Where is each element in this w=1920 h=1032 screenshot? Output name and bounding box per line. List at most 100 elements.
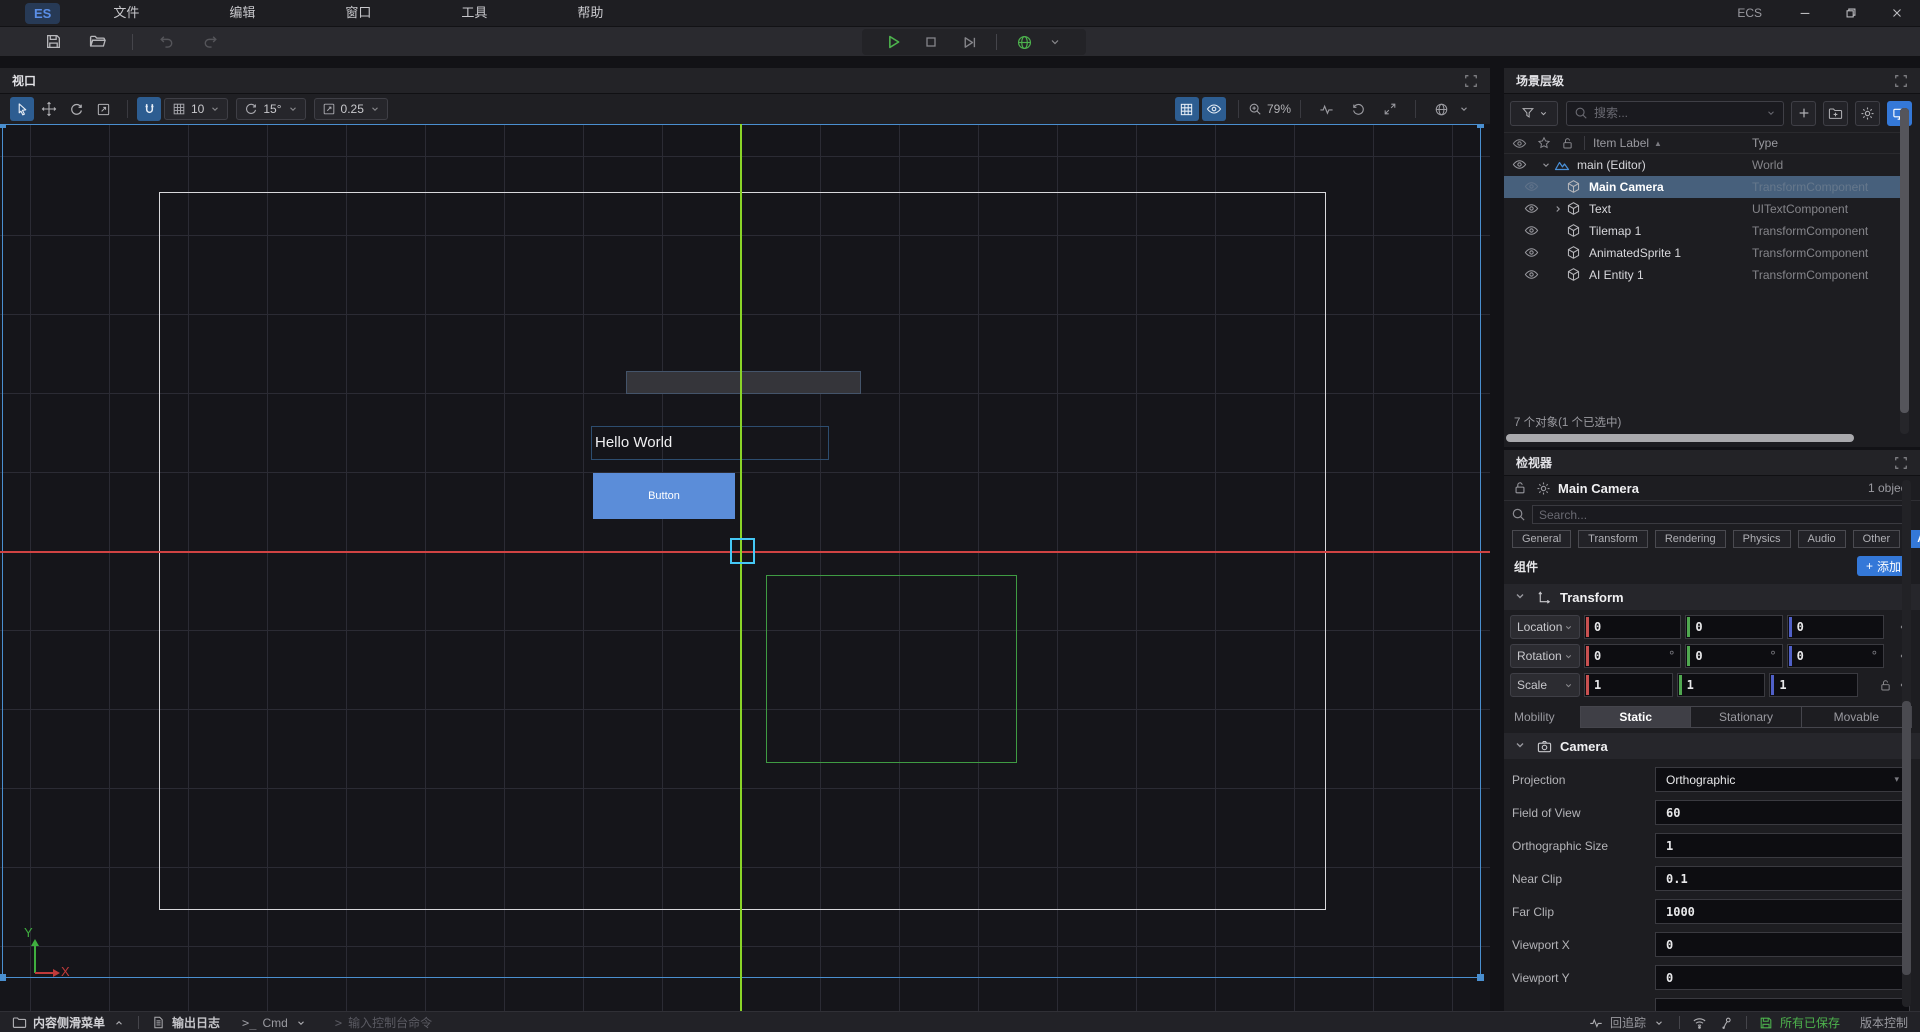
location-x-field[interactable]: 0 [1584,615,1681,639]
eye-icon[interactable] [1524,201,1540,217]
mobility-static-option[interactable]: Static [1581,707,1691,727]
eye-icon[interactable] [1512,157,1528,173]
run-target-chevron-icon[interactable] [1045,32,1065,52]
menu-tools[interactable]: 工具 [416,0,532,26]
tree-row-animatedsprite[interactable]: AnimatedSprite 1 TransformComponent [1504,242,1900,264]
version-control-button[interactable]: 版本控制 [1860,1014,1908,1031]
inspector-search-box[interactable] [1532,505,1910,524]
scale-x-field[interactable]: 1 [1584,673,1673,697]
tree-row-tilemap[interactable]: Tilemap 1 TransformComponent [1504,220,1900,242]
viewport-x-input[interactable]: 0 [1655,932,1910,957]
location-y-field[interactable]: 0 [1685,615,1782,639]
mobility-movable-option[interactable]: Movable [1802,707,1911,727]
menu-edit[interactable]: 编辑 [184,0,300,26]
camera-selection-gizmo[interactable] [730,538,755,564]
chevron-right-icon[interactable] [1550,201,1566,217]
chevron-down-icon[interactable] [1766,108,1776,118]
app-logo[interactable]: ES [25,3,60,24]
menu-file[interactable]: 文件 [68,0,184,26]
tree-row-text[interactable]: Text UITextComponent [1504,198,1900,220]
scale-snap-dropdown[interactable]: 0.25 [314,98,388,120]
filter-button[interactable] [1510,101,1558,126]
visibility-toggle-button[interactable] [1202,97,1226,121]
viewport-expand-icon[interactable] [1464,74,1478,88]
redo-icon[interactable] [199,31,221,53]
minimize-button[interactable] [1782,0,1828,27]
scale-tool-button[interactable] [91,97,115,121]
select-tool-button[interactable] [10,97,34,121]
tilemap-bounds-rect[interactable] [766,575,1017,763]
text-element[interactable]: Hello World [591,426,829,460]
tab-rendering[interactable]: Rendering [1655,530,1726,548]
add-entity-button[interactable] [1791,101,1816,126]
camera-bounds-handle[interactable] [1477,124,1484,128]
eye-icon[interactable] [1524,267,1540,283]
unlock-icon[interactable] [1512,480,1528,496]
tree-row-ai-entity[interactable]: AI Entity 1 TransformComponent [1504,264,1900,286]
maximize-button[interactable] [1828,0,1874,27]
audio-jack-icon[interactable] [1719,1015,1734,1030]
hierarchy-expand-icon[interactable] [1894,74,1908,88]
rotate-tool-button[interactable] [64,97,88,121]
eye-icon[interactable] [1524,179,1540,195]
backtrace-control[interactable]: 回追踪 [1589,1014,1667,1031]
tab-audio[interactable]: Audio [1798,530,1846,548]
rotation-dropdown[interactable]: Rotation [1510,644,1580,668]
hierarchy-search[interactable] [1566,101,1784,126]
output-log-button[interactable]: 输出日志 [151,1014,220,1031]
scale-dropdown[interactable]: Scale [1510,673,1580,697]
inspector-search-input[interactable] [1533,508,1909,522]
orthographic-size-input[interactable]: 1 [1655,833,1910,858]
tab-transform[interactable]: Transform [1578,530,1648,548]
undo-icon[interactable] [155,31,177,53]
far-clip-input[interactable]: 1000 [1655,899,1910,924]
scene-canvas[interactable]: Hello World Button Y X [0,124,1490,1011]
play-button[interactable] [883,32,903,52]
camera-bounds-handle[interactable] [0,124,6,128]
mobility-stationary-option[interactable]: Stationary [1691,707,1801,727]
close-button[interactable] [1874,0,1920,27]
grid-toggle-button[interactable] [1175,97,1199,121]
console-command-input[interactable]: > 输入控制台命令 [335,1014,432,1031]
stats-icon[interactable] [1315,98,1337,120]
location-dropdown[interactable]: Location [1510,615,1580,639]
tab-physics[interactable]: Physics [1733,530,1791,548]
chevron-down-icon[interactable] [1538,157,1554,173]
menu-help[interactable]: 帮助 [532,0,648,26]
ui-panel-element[interactable] [626,371,861,394]
viewport-globe-icon[interactable] [1430,98,1452,120]
scale-z-field[interactable]: 1 [1769,673,1858,697]
network-icon[interactable] [1692,1015,1707,1030]
chevron-down-icon[interactable] [1453,98,1475,120]
snap-tool-button[interactable] [137,97,161,121]
tab-general[interactable]: General [1512,530,1571,548]
save-status[interactable]: 所有已保存 [1759,1014,1840,1031]
rotation-z-field[interactable]: 0° [1787,644,1884,668]
grid-snap-dropdown[interactable]: 10 [164,98,228,120]
field-of-view-input[interactable]: 60 [1655,800,1910,825]
hierarchy-vertical-scrollbar[interactable] [1900,108,1909,434]
projection-select[interactable]: Orthographic ▾ [1655,767,1910,792]
button-element[interactable]: Button [593,473,735,519]
content-drawer-toggle[interactable]: 内容侧滑菜单 [12,1014,126,1031]
sort-ascending-icon[interactable]: ▲ [1654,139,1662,148]
camera-bounds-handle[interactable] [1477,974,1484,981]
tab-other[interactable]: Other [1853,530,1901,548]
open-folder-icon[interactable] [86,31,108,53]
save-icon[interactable] [42,31,64,53]
hierarchy-search-input[interactable] [1594,106,1766,120]
near-clip-input[interactable]: 0.1 [1655,866,1910,891]
location-z-field[interactable]: 0 [1787,615,1884,639]
visibility-column-icon[interactable] [1512,136,1527,151]
scale-y-field[interactable]: 1 [1677,673,1766,697]
hierarchy-horizontal-scrollbar[interactable] [1506,434,1906,442]
new-folder-button[interactable] [1823,101,1848,126]
angle-snap-dropdown[interactable]: 15° [236,98,305,120]
reset-view-icon[interactable] [1347,98,1369,120]
menu-window[interactable]: 窗口 [300,0,416,26]
inspector-expand-icon[interactable] [1894,456,1908,470]
step-button[interactable] [959,32,979,52]
favorite-column-icon[interactable] [1536,136,1551,151]
gear-icon[interactable] [1535,480,1551,496]
fullscreen-icon[interactable] [1379,98,1401,120]
